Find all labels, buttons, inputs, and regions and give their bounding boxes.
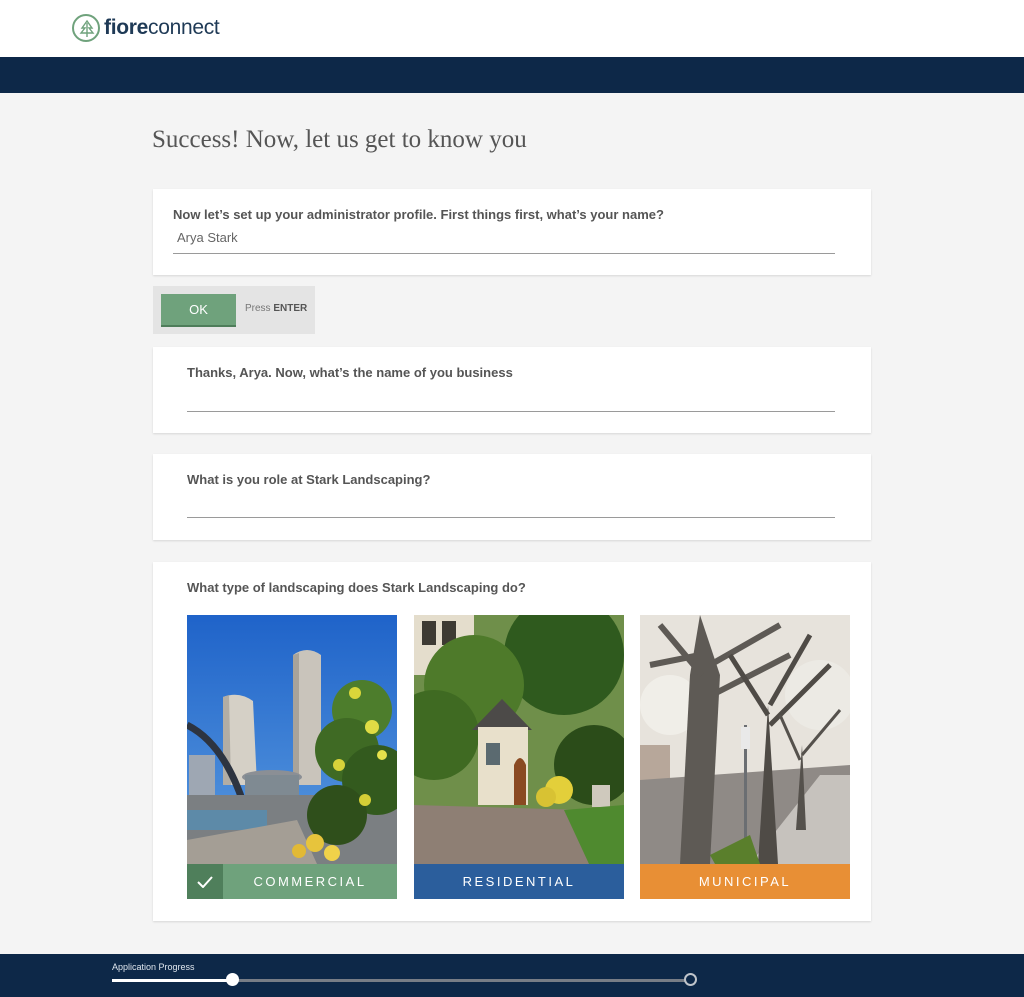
municipal-label: MUNICIPAL (698, 874, 792, 889)
tree-logo-icon (72, 14, 100, 42)
brand-name-bold: fiore (104, 16, 149, 39)
brand-logo[interactable]: fioreconnect (72, 13, 220, 43)
option-residential[interactable]: RESIDENTIAL (414, 615, 624, 899)
name-question-label: Now let’s set up your administrator prof… (173, 207, 664, 222)
name-input-underline (173, 253, 835, 254)
residential-label: RESIDENTIAL (462, 874, 576, 889)
option-municipal[interactable]: MUNICIPAL (640, 615, 850, 899)
role-input-underline (187, 517, 835, 518)
commercial-image (187, 615, 397, 864)
role-question-label: What is you role at Stark Landscaping? (187, 472, 431, 487)
progress-track (112, 973, 697, 986)
type-question-label: What type of landscaping does Stark Land… (187, 580, 526, 595)
municipal-image (640, 615, 850, 864)
commercial-label: COMMERCIAL (253, 874, 367, 889)
commercial-label-bar: COMMERCIAL (187, 864, 397, 899)
progress-fill (112, 979, 232, 982)
business-question-card: Thanks, Arya. Now, what’s the name of yo… (153, 347, 871, 433)
footer-progress: Application Progress (0, 954, 1024, 997)
option-commercial[interactable]: COMMERCIAL (187, 615, 397, 899)
ok-hint-prefix: Press (245, 303, 271, 314)
top-bar: fioreconnect (0, 0, 1024, 57)
nav-band (0, 57, 1024, 93)
business-question-label: Thanks, Arya. Now, what’s the name of yo… (187, 365, 513, 380)
name-question-card: Now let’s set up your administrator prof… (153, 189, 871, 275)
residential-label-bar: RESIDENTIAL (414, 864, 624, 899)
ok-hint: Press ENTER (245, 303, 307, 314)
name-input[interactable] (177, 230, 777, 245)
municipal-label-bar: MUNICIPAL (640, 864, 850, 899)
page-title: Success! Now, let us get to know you (152, 126, 527, 153)
residential-image (414, 615, 624, 864)
role-question-card: What is you role at Stark Landscaping? (153, 454, 871, 540)
ok-panel: OK Press ENTER (153, 286, 315, 334)
role-input[interactable] (187, 495, 827, 510)
check-icon (187, 864, 223, 899)
brand-name-light: connect (148, 16, 220, 39)
brand-name: fioreconnect (104, 16, 220, 40)
business-input[interactable] (187, 388, 827, 403)
business-input-underline (187, 411, 835, 412)
progress-end-icon (684, 973, 697, 986)
progress-thumb[interactable] (226, 973, 239, 986)
progress-label: Application Progress (112, 962, 195, 972)
ok-hint-key: ENTER (273, 303, 308, 314)
ok-button[interactable]: OK (161, 294, 236, 327)
